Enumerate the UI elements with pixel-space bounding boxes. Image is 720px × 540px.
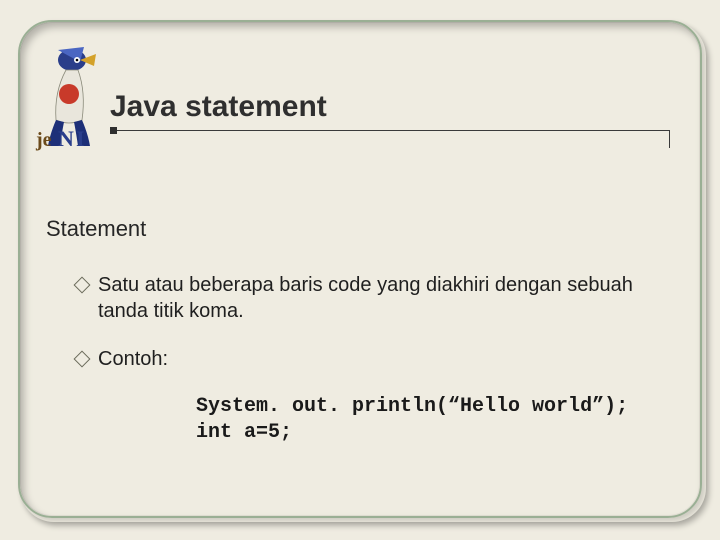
jeni-logo: je N I xyxy=(34,42,104,152)
code-block: System. out. println(“Hello world”); int… xyxy=(196,394,660,446)
code-line: System. out. println(“Hello world”); xyxy=(196,394,660,420)
body-area: Statement Satu atau beberapa baris code … xyxy=(46,215,660,446)
bullet-list: Satu atau beberapa baris code yang diakh… xyxy=(76,272,660,372)
list-item: Contoh: xyxy=(76,346,660,372)
slide: je N I Java statement Statement Satu ata… xyxy=(0,0,720,540)
slide-title: Java statement xyxy=(110,90,670,124)
subheading: Statement xyxy=(46,215,660,244)
svg-text:N: N xyxy=(58,126,74,151)
svg-text:I: I xyxy=(76,126,85,151)
bullet-text: Contoh: xyxy=(98,346,660,372)
bullet-icon xyxy=(74,276,91,293)
bullet-text: Satu atau beberapa baris code yang diakh… xyxy=(98,272,660,324)
title-underline xyxy=(110,130,670,137)
list-item: Satu atau beberapa baris code yang diakh… xyxy=(76,272,660,324)
svg-text:je: je xyxy=(35,129,52,151)
bullet-icon xyxy=(74,350,91,367)
code-line: int a=5; xyxy=(196,420,660,446)
title-area: Java statement xyxy=(110,90,670,137)
